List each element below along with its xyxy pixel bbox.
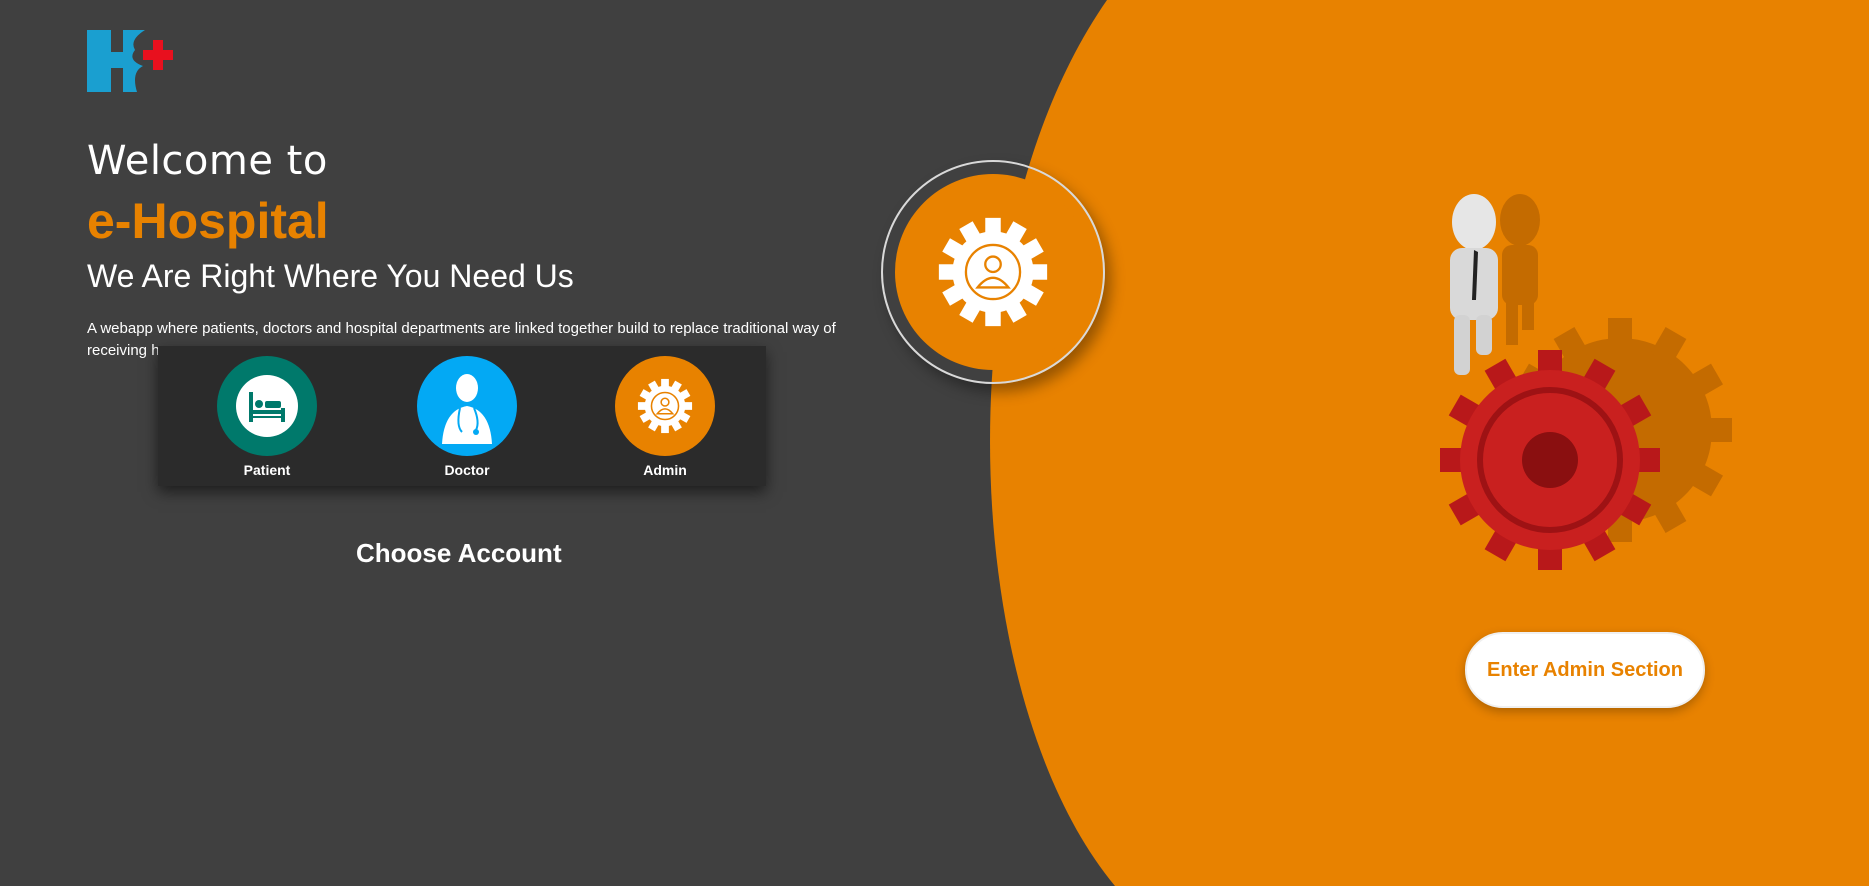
brand-title: e-Hospital [87, 193, 329, 249]
doctor-account-option[interactable]: Doctor [412, 356, 522, 478]
selected-account-badge [881, 160, 1105, 384]
admin-account-option[interactable]: Admin [610, 356, 720, 478]
admin-label: Admin [643, 462, 687, 478]
patient-account-option[interactable]: Patient [212, 356, 322, 478]
patient-icon-circle [217, 356, 317, 456]
gear-user-icon [637, 378, 693, 434]
patient-label: Patient [243, 462, 291, 478]
logo [87, 30, 173, 92]
gear-user-icon [938, 217, 1048, 327]
choose-account-heading: Choose Account [356, 538, 562, 568]
selected-account-circle [895, 174, 1091, 370]
admin-icon-circle [615, 356, 715, 456]
doctor-icon [442, 374, 492, 444]
hospital-bed-icon [236, 375, 298, 437]
gear-figure-illustration [1440, 194, 1732, 570]
doctor-label: Doctor [444, 462, 490, 478]
doctor-icon-circle [417, 356, 517, 456]
enter-admin-section-button[interactable]: Enter Admin Section [1465, 632, 1705, 708]
account-selector-panel: Patient Doctor Admin [158, 346, 766, 486]
tagline: We Are Right Where You Need Us [87, 258, 574, 294]
welcome-heading: Welcome to [87, 138, 328, 184]
